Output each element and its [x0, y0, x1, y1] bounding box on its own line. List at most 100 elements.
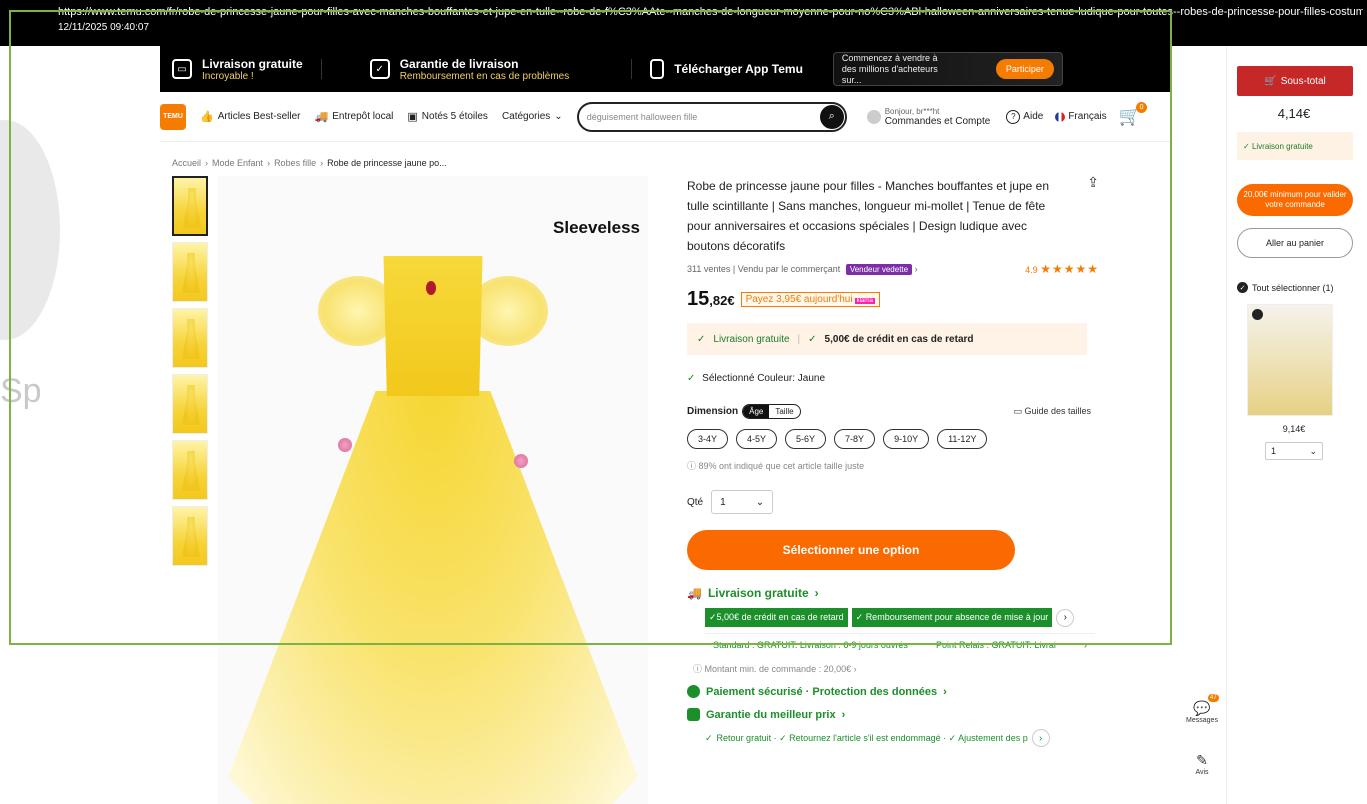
chevron-down-icon: ⌄ [755, 496, 765, 508]
select-all-checkbox[interactable]: ✓ Tout sélectionner (1) [1237, 282, 1334, 293]
check-icon: ✓ [1237, 282, 1248, 293]
sold-by[interactable]: Vendu par le commerçant [738, 264, 841, 274]
promo-app-download[interactable]: Télécharger App Temu [638, 46, 815, 92]
minimum-order-pill: 20,00€ minimum pour valider votre comman… [1237, 184, 1353, 216]
account-menu[interactable]: Bonjour, br***ht Commandes et Compte [866, 107, 990, 127]
search-icon[interactable]: ⌕ [819, 104, 844, 129]
size-option[interactable]: 11-12Y [937, 429, 988, 449]
size-option[interactable]: 7-8Y [834, 429, 876, 449]
cart-sidebar: 🛒 Sous-total 4,14€ ✓ Livraison gratuite … [1226, 46, 1360, 804]
search-bar[interactable]: déguisement halloween fille ⌕ [576, 101, 847, 132]
promo-free-delivery-title: Livraison gratuite [202, 56, 303, 71]
sleeveless-badge: Sleeveless [553, 218, 640, 237]
secure-payment-link[interactable]: Paiement sécurisé · Protection des donné… [687, 685, 1099, 698]
divider: | [797, 333, 801, 345]
sell-on-temu-banner[interactable]: Commencez à vendre à des millions d'ache… [832, 52, 1063, 86]
go-to-cart-button[interactable]: Aller au panier [1237, 228, 1353, 258]
info-icon: ⓘ [693, 664, 705, 674]
background-watermark-shape [0, 120, 60, 340]
free-shipping-label: Livraison gratuite [713, 333, 790, 345]
thumbnail-5[interactable] [172, 440, 208, 500]
refund-chip: ✓ Remboursement pour absence de mise à j… [851, 608, 1053, 627]
price-integer: 15 [687, 288, 710, 310]
size-option[interactable]: 9-10Y [883, 429, 930, 449]
truck-icon: 🚚 [314, 111, 329, 123]
breadcrumb-kids[interactable]: Mode Enfant [212, 158, 263, 168]
guarantee-chips: ✓5,00€ de crédit en cas de retard ✓ Remb… [687, 608, 1099, 627]
toggle-size[interactable]: Taille [769, 405, 799, 418]
promo-guarantee[interactable]: ✓ Garantie de livraison Remboursement en… [358, 46, 582, 92]
chevron-down-icon: ⌄ [1309, 445, 1317, 456]
participate-button[interactable]: Participer [995, 59, 1054, 79]
price: 15,82€ [687, 288, 735, 311]
rating-icon: ▣ [407, 111, 418, 123]
free-delivery-link[interactable]: 🚚 Livraison gratuite › [687, 586, 1099, 600]
returns-row[interactable]: ✓ Retour gratuit · ✓ Retournez l'article… [705, 729, 1099, 747]
check-box-icon: ✓ [369, 59, 390, 79]
nav-categories[interactable]: Catégories ⌄ [502, 111, 563, 122]
size-option[interactable]: 4-5Y [736, 429, 778, 449]
item-checkbox[interactable] [1252, 309, 1263, 320]
cart-icon[interactable]: 🛒 0 [1119, 102, 1148, 127]
thumbnail-1[interactable] [172, 176, 208, 236]
messages-button[interactable]: 💬 47 Messages [1182, 694, 1222, 724]
dress-rose [514, 454, 528, 468]
thumbnail-4[interactable] [172, 374, 208, 434]
thumbnail-6[interactable] [172, 506, 208, 566]
shipping-options-row[interactable]: Standard : GRATUIT. Livraison : 6-9 jour… [705, 633, 1095, 656]
nav-five-stars-label: Notés 5 étoiles [421, 111, 488, 122]
dress-skirt [228, 391, 638, 804]
star-icon: ★★★★★ [1040, 262, 1099, 276]
promo-guarantee-sub: Remboursement en cas de problèmes [399, 70, 570, 82]
select-option-button[interactable]: Sélectionner une option [687, 530, 1015, 570]
rating-value: 4.9 [1025, 265, 1038, 275]
help-label: Aide [1023, 111, 1044, 122]
reviews-button[interactable]: ✎ Avis [1182, 752, 1222, 776]
chevron-right-icon: › [851, 664, 857, 674]
chevron-right-icon[interactable]: › [1056, 608, 1075, 627]
check-icon: ✓ [705, 732, 713, 743]
breadcrumb-dresses[interactable]: Robes fille [274, 158, 316, 168]
dress-bodice [383, 256, 483, 396]
thumbnail-2[interactable] [172, 242, 208, 302]
help-link[interactable]: ? Aide [1006, 109, 1044, 124]
breadcrumb-separator: › [267, 158, 271, 168]
main-product-image[interactable]: Sleeveless [218, 176, 648, 804]
subtotal-button[interactable]: 🛒 Sous-total [1237, 66, 1353, 96]
chevron-right-icon: › [1083, 640, 1087, 650]
size-option[interactable]: 3-4Y [687, 429, 729, 449]
size-option[interactable]: 5-6Y [785, 429, 827, 449]
nav-five-stars[interactable]: ▣ Notés 5 étoiles [407, 110, 488, 123]
cart-icon: 🛒 [1264, 75, 1277, 87]
search-input[interactable]: déguisement halloween fille [587, 112, 698, 122]
check-icon: ✓ [1243, 141, 1252, 151]
pay-today-chip[interactable]: Payez 3,95€ aujourd'hui klarna [740, 292, 880, 307]
size-guide-label: Guide des tailles [1024, 406, 1091, 416]
best-price-link[interactable]: Garantie du meilleur prix › [687, 708, 1099, 721]
promo-free-delivery[interactable]: ▭ Livraison gratuite Incroyable ! [160, 46, 315, 92]
chevron-right-icon: › [841, 708, 846, 721]
avatar [866, 109, 881, 124]
rating[interactable]: 4.9 ★★★★★ [1025, 262, 1099, 276]
language-selector[interactable]: Français [1055, 111, 1107, 122]
temu-logo[interactable]: TEMU [160, 103, 186, 130]
breadcrumb-home[interactable]: Accueil [172, 158, 201, 168]
chevron-right-icon[interactable]: › [1031, 729, 1050, 747]
pay-today-label: Payez 3,95€ aujourd'hui [745, 294, 853, 305]
promo-divider [320, 59, 322, 79]
thumbnail-3[interactable] [172, 308, 208, 368]
size-guide-link[interactable]: ▭ Guide des tailles [1013, 406, 1091, 417]
selected-colour-label: Sélectionné Couleur: Jaune [702, 373, 826, 384]
promo-guarantee-title: Garantie de livraison [399, 56, 519, 71]
vedette-badge[interactable]: Vendeur vedette [845, 264, 913, 275]
toggle-age[interactable]: Âge [743, 405, 770, 418]
quantity-select[interactable]: 1 ⌄ [711, 490, 774, 514]
product-title: Robe de princesse jaune pour filles - Ma… [687, 179, 1050, 253]
nav-best-sellers[interactable]: 👍 Articles Best-seller [200, 110, 301, 123]
messages-label: Messages [1186, 717, 1218, 724]
cart-item-image[interactable] [1247, 304, 1333, 416]
share-icon[interactable]: ⇪ [1087, 174, 1099, 191]
relay-shipping: Point Relais : GRATUIT. Livrai [936, 640, 1056, 650]
nav-local-warehouse[interactable]: 🚚 Entrepôt local [315, 110, 394, 123]
cart-item-quantity-select[interactable]: 1 ⌄ [1265, 442, 1323, 460]
